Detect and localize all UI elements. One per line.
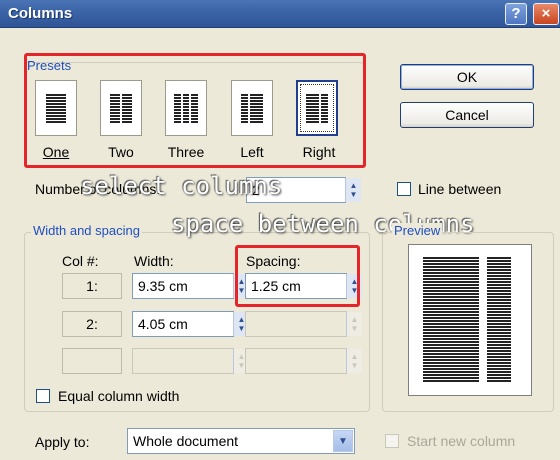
col-number-1: 1: [62, 273, 122, 299]
annotation-select-columns: select columns [80, 172, 283, 200]
width-field-1[interactable]: 9.35 cm ▲ ▼ [132, 273, 249, 299]
spacing-field-3: ▲ ▼ [245, 348, 362, 374]
apply-to-label: Apply to: [35, 434, 90, 450]
line-between-checkbox[interactable] [397, 182, 411, 196]
preview-page-icon [423, 257, 511, 383]
start-new-column-checkbox [385, 434, 399, 448]
width-field-3: ▲ ▼ [132, 348, 249, 374]
title-bar: Columns ? × [0, 0, 560, 28]
window-title: Columns [8, 5, 73, 22]
width-spacing-group-label: Width and spacing [31, 223, 142, 238]
chevron-down-icon[interactable]: ▼ [333, 430, 353, 452]
help-button[interactable]: ? [505, 3, 527, 25]
ok-button[interactable]: OK [400, 64, 534, 90]
start-new-column-label: Start new column [407, 433, 516, 449]
preview-page [408, 244, 532, 396]
spin-arrows-icon: ▲ ▼ [346, 349, 362, 373]
presets-highlight-box [24, 53, 366, 168]
spin-arrows-icon: ▲ ▼ [346, 312, 362, 336]
cancel-button[interactable]: Cancel [400, 102, 534, 128]
spacing-field-2: ▲ ▼ [245, 311, 362, 337]
close-button[interactable]: × [533, 3, 559, 25]
col-number-3 [62, 348, 122, 374]
width-value-2: 4.05 cm [138, 316, 188, 332]
spacing-highlight-box [235, 245, 360, 307]
spin-arrows-icon[interactable]: ▲ ▼ [345, 178, 361, 202]
apply-to-select[interactable]: Whole document ▼ [127, 428, 355, 454]
width-value-1: 9.35 cm [138, 278, 188, 294]
line-between-label: Line between [418, 181, 502, 197]
col-number-2: 2: [62, 311, 122, 337]
width-header: Width: [134, 253, 174, 269]
col-header: Col #: [62, 253, 99, 269]
equal-column-width-checkbox[interactable] [36, 389, 50, 403]
equal-column-width-label: Equal column width [58, 388, 180, 404]
apply-to-value: Whole document [133, 433, 239, 449]
width-field-2[interactable]: 4.05 cm ▲ ▼ [132, 311, 249, 337]
preview-label: Preview [392, 223, 443, 238]
